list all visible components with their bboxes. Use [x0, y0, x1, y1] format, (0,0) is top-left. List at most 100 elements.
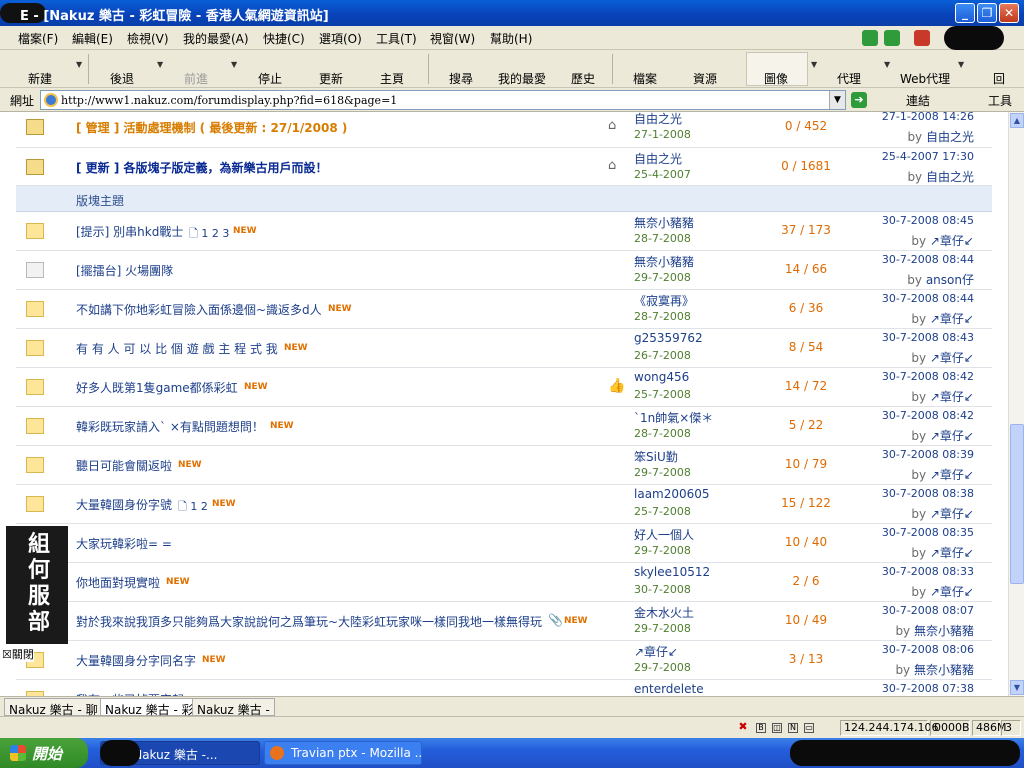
- last-post-time[interactable]: 30-7-2008 08:33: [882, 565, 974, 578]
- url-input[interactable]: [61, 92, 821, 108]
- author-link[interactable]: 好人一個人: [634, 526, 694, 543]
- status-icon[interactable]: ◫: [772, 723, 782, 733]
- last-poster-link[interactable]: 自由之光: [926, 130, 974, 144]
- table-row[interactable]: [提示] 別串hkd戰士 🗋 1 2 3 NEW 無奈小豬豬 28-7-2008 37 /…: [16, 212, 992, 251]
- thread-title-link[interactable]: 韓彩既玩家請入` ×有點問題想問！: [76, 418, 264, 435]
- back-button[interactable]: 後退: [110, 70, 134, 87]
- images-dropdown-icon[interactable]: ▼: [811, 60, 817, 69]
- page-links[interactable]: 🗋 1 2 3: [189, 225, 229, 244]
- last-post-time[interactable]: 30-7-2008 08:44: [882, 253, 974, 266]
- author-link[interactable]: skylee10512: [634, 565, 710, 579]
- thread-title-link[interactable]: 大量韓國身份字號: [76, 496, 172, 513]
- new-dropdown-icon[interactable]: ▼: [76, 60, 82, 69]
- last-poster-link[interactable]: anson仔: [926, 273, 974, 287]
- thread-title-link[interactable]: 大量韓國身分字同名字: [76, 652, 196, 669]
- last-post-time[interactable]: 30-7-2008 08:43: [882, 331, 974, 344]
- go-arrow-icon[interactable]: ➜: [851, 92, 867, 108]
- address-field[interactable]: ▼: [40, 90, 846, 110]
- webproxy-dropdown-icon[interactable]: ▼: [958, 60, 964, 69]
- status-icon[interactable]: B: [756, 723, 766, 733]
- author-link[interactable]: 笨SiU勤: [634, 448, 678, 465]
- last-poster-link[interactable]: ↗章仔↙: [930, 390, 974, 404]
- menu-file[interactable]: 檔案(F): [18, 30, 58, 47]
- tab-rainbow[interactable]: Nakuz 樂古 - 彩: [100, 698, 199, 717]
- last-post-time[interactable]: 30-7-2008 08:38: [882, 487, 974, 500]
- tab-nakuz[interactable]: Nakuz 樂古 -: [192, 698, 275, 717]
- author-link[interactable]: 金木水火土: [634, 604, 694, 621]
- tab-chat[interactable]: Nakuz 樂古 - 聊: [4, 698, 103, 717]
- thread-title-link[interactable]: 你地面對現實啦: [76, 574, 160, 591]
- home-button[interactable]: 主頁: [380, 70, 404, 87]
- webproxy-button[interactable]: Web代理: [900, 70, 950, 87]
- title-bar[interactable]: E - [Nakuz 樂古 - 彩虹冒險 - 香港人氣網遊資訊站] _ ❐ ✕: [0, 0, 1024, 26]
- table-row[interactable]: 對於我來說我頂多只能夠爲大家說說何之爲筆玩~大陸彩虹玩家咪一樣同我地一樣無得玩 📎…: [16, 602, 992, 641]
- thread-title-link[interactable]: 對於我來說我頂多只能夠爲大家說說何之爲筆玩~大陸彩虹玩家咪一樣同我地一樣無得玩: [76, 613, 542, 630]
- start-button[interactable]: 開始: [0, 738, 88, 768]
- forward-arrow-icon[interactable]: [884, 30, 900, 46]
- author-link[interactable]: `1n帥氣×傑＊: [634, 409, 713, 426]
- new-button[interactable]: 新建: [28, 70, 52, 87]
- sticky-row[interactable]: [ 管理 ] 活動處理機制 ( 最後更新 : 27/1/2008 ) ⌂ 自由之…: [16, 112, 992, 148]
- images-button[interactable]: 圖像: [764, 70, 788, 87]
- maximize-button[interactable]: ❐: [977, 3, 997, 23]
- status-icon[interactable]: N: [788, 723, 798, 733]
- table-row[interactable]: 有 有 人 可 以 比 個 遊 戲 主 程 式 我 NEW g25359762 26-…: [16, 329, 992, 368]
- last-post-time[interactable]: 30-7-2008 08:42: [882, 409, 974, 422]
- menu-help[interactable]: 幫助(H): [490, 30, 532, 47]
- table-row[interactable]: 大家玩韓彩啦= = 好人一個人 29-7-2008 10 / 40 30-7-2008 …: [16, 524, 992, 563]
- author-link[interactable]: g25359762: [634, 331, 703, 345]
- menu-options[interactable]: 選項(O): [319, 30, 362, 47]
- scroll-up-icon[interactable]: ▲: [1010, 113, 1024, 128]
- last-post-time[interactable]: 30-7-2008 08:44: [882, 292, 974, 305]
- last-post-time[interactable]: 30-7-2008 08:35: [882, 526, 974, 539]
- last-post-time[interactable]: 27-1-2008 14:26: [882, 112, 974, 123]
- address-dropdown-icon[interactable]: ▼: [829, 91, 845, 109]
- back-arrow-icon[interactable]: [862, 30, 878, 46]
- table-row[interactable]: 大量韓國身分字同名字 NEW ↗章仔↙ 29-7-2008 3 / 13 30-7-200…: [16, 641, 992, 680]
- table-row[interactable]: 我有一些已掉要定起enterdelete30-7-2008 07:38by: [16, 680, 992, 696]
- resources-button[interactable]: 資源: [693, 70, 717, 87]
- ad-close-button[interactable]: ☒關閉: [2, 646, 34, 662]
- refresh-button[interactable]: 更新: [319, 70, 343, 87]
- back-dropdown-icon[interactable]: ▼: [157, 60, 163, 69]
- search-button[interactable]: 搜尋: [449, 70, 473, 87]
- menu-edit[interactable]: 編輯(E): [72, 30, 113, 47]
- block-icon[interactable]: ✖: [738, 721, 748, 733]
- menu-view[interactable]: 檢視(V): [127, 30, 169, 47]
- close-tab-icon[interactable]: [914, 30, 930, 46]
- sticky-row[interactable]: [ 更新 ] 各版塊子版定義，為新樂古用戶而設！ ⌂ 自由之光 25-4-200…: [16, 148, 992, 186]
- status-icon[interactable]: ▭: [804, 723, 814, 733]
- author-link[interactable]: 自由之光: [634, 112, 682, 127]
- table-row[interactable]: 韓彩既玩家請入` ×有點問題想問！ NEW `1n帥氣×傑＊ 28-7-2008 5 /…: [16, 407, 992, 446]
- proxy-dropdown-icon[interactable]: ▼: [884, 60, 890, 69]
- last-post-time[interactable]: 30-7-2008 08:42: [882, 370, 974, 383]
- return-button[interactable]: 回: [993, 70, 1005, 87]
- thread-title-link[interactable]: [提示] 別串hkd戰士: [76, 223, 183, 240]
- author-link[interactable]: enterdelete: [634, 682, 704, 696]
- history-button[interactable]: 歷史: [571, 70, 595, 87]
- thread-title-link[interactable]: [ 管理 ] 活動處理機制 ( 最後更新 : 27/1/2008 ): [76, 119, 347, 136]
- author-link[interactable]: ↗章仔↙: [634, 643, 678, 660]
- tools-button[interactable]: 工具: [988, 92, 1012, 109]
- last-poster-link[interactable]: 自由之光: [926, 170, 974, 184]
- author-link[interactable]: 無奈小豬豬: [634, 214, 694, 231]
- thread-title-link[interactable]: 不如講下你地彩虹冒險入面係邊個~識返多d人: [76, 301, 322, 318]
- last-poster-link[interactable]: 無奈小豬豬: [914, 624, 974, 638]
- thread-title-link[interactable]: 聽日可能會關返啦: [76, 457, 172, 474]
- menu-window[interactable]: 視窗(W): [430, 30, 475, 47]
- table-row[interactable]: 好多人既第1隻game都係彩虹 NEW 👍 wong456 25-7-2008 14 / …: [16, 368, 992, 407]
- files-button[interactable]: 檔案: [633, 70, 657, 87]
- vertical-scrollbar[interactable]: ▲ ▼: [1008, 112, 1024, 696]
- page-numbers[interactable]: 1 2: [190, 500, 208, 513]
- menu-favorites[interactable]: 我的最愛(A): [183, 30, 249, 47]
- author-link[interactable]: laam200605: [634, 487, 710, 501]
- last-poster-link[interactable]: ↗章仔↙: [930, 234, 974, 248]
- table-row[interactable]: [擺擂台] 火場團隊 無奈小豬豬 29-7-2008 14 / 66 30-7-2008…: [16, 251, 992, 290]
- author-link[interactable]: wong456: [634, 370, 689, 384]
- favorites-button[interactable]: 我的最愛: [498, 70, 546, 87]
- author-link[interactable]: 《寂寞再》: [634, 292, 694, 309]
- floating-ad[interactable]: 組 何 服 部: [6, 526, 68, 644]
- thread-title-link[interactable]: [ 更新 ] 各版塊子版定義，為新樂古用戶而設！: [76, 159, 328, 176]
- last-poster-link[interactable]: ↗章仔↙: [930, 507, 974, 521]
- author-link[interactable]: 自由之光: [634, 150, 682, 167]
